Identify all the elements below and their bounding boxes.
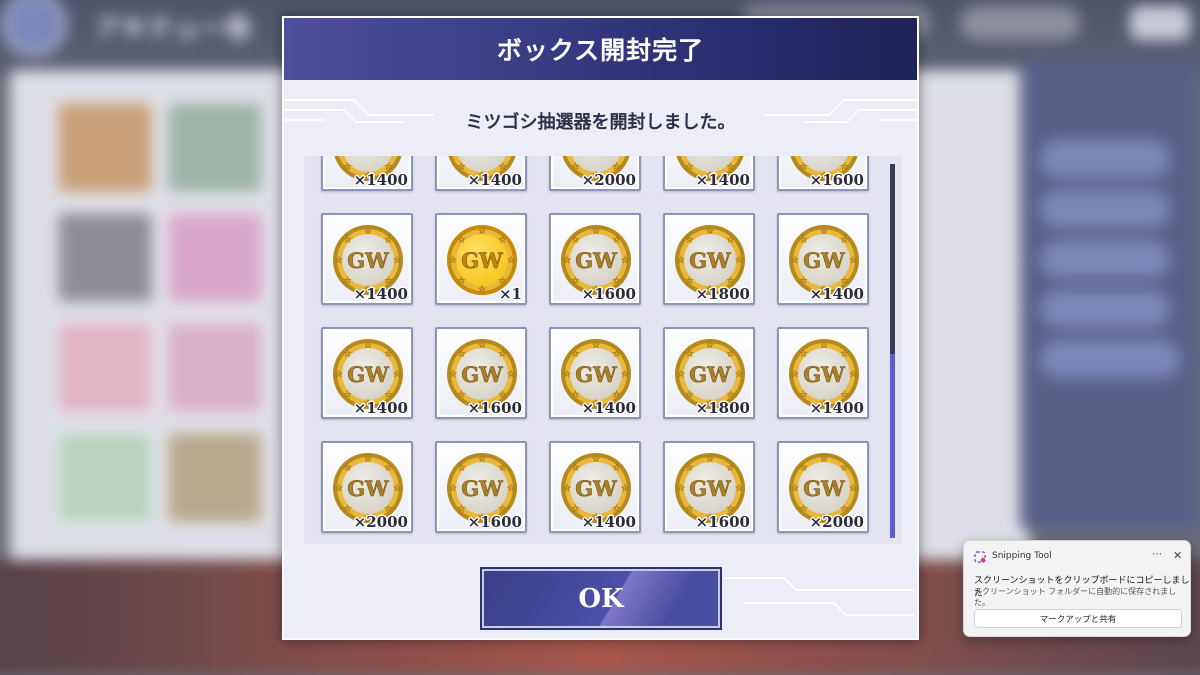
item-quantity: ×1800 (695, 399, 750, 417)
background-card (165, 100, 265, 195)
circuit-decoration-bottom (724, 577, 914, 616)
background-card (55, 320, 155, 415)
snipping-tool-notification[interactable]: Snipping Tool ⋯ ✕ スクリーンショットをクリップボードにコピーし… (963, 540, 1191, 637)
item-quantity: ×1400 (809, 399, 864, 417)
item-quantity: ×2000 (581, 171, 636, 189)
background-side-button (1040, 340, 1180, 378)
item-quantity: ×1400 (581, 513, 636, 531)
coin-label: GW (689, 248, 731, 273)
ok-button[interactable]: OK (482, 569, 720, 628)
item-quantity: ×1600 (581, 285, 636, 303)
coin-label: GW (689, 476, 731, 501)
close-icon[interactable]: ✕ (1173, 549, 1182, 562)
background-side-button (1040, 190, 1170, 228)
more-options-icon[interactable]: ⋯ (1152, 549, 1162, 560)
reward-item[interactable]: GW ×1400 (321, 213, 413, 305)
reward-grid: GW ×1400 GW ×1400 GW ×2000 GW ×1400 GW ×1600 GW ×14… (321, 156, 869, 533)
coin-label: GW (803, 156, 845, 159)
reward-item[interactable]: GW ×1600 (549, 213, 641, 305)
coin-label: GW (575, 248, 617, 273)
item-quantity: ×1400 (353, 285, 408, 303)
notification-app-name: Snipping Tool (992, 551, 1052, 561)
item-quantity: ×1600 (467, 513, 522, 531)
item-quantity: ×1600 (695, 513, 750, 531)
reward-item[interactable]: GW ×1600 (435, 441, 527, 533)
reward-list-scrollbar[interactable] (890, 164, 895, 538)
background-side-button (1040, 140, 1170, 178)
item-quantity: ×1400 (353, 171, 408, 189)
notification-header: Snipping Tool ⋯ ✕ (974, 549, 1184, 565)
background-side-button (1040, 290, 1170, 328)
dialog-message: ミツゴシ抽選器を開封しました。 (465, 112, 736, 133)
reward-item[interactable]: GW ×1800 (663, 213, 755, 305)
coin-label: GW (575, 156, 617, 159)
background-card (55, 430, 155, 525)
reward-item[interactable]: GW ×1 (435, 213, 527, 305)
item-quantity: ×1400 (695, 171, 750, 189)
coin-label: GW (689, 156, 731, 159)
markup-and-share-button[interactable]: マークアップと共有 (974, 609, 1182, 628)
dialog-title: ボックス開封完了 (496, 36, 705, 65)
item-quantity: ×1400 (581, 399, 636, 417)
notification-body: スクリーンショット フォルダーに自動的に保存されました。 (974, 587, 1177, 607)
coin-label: GW (803, 362, 845, 387)
coin-label: GW (803, 476, 845, 501)
reward-item[interactable]: GW ×1600 (435, 327, 527, 419)
item-quantity: ×2000 (809, 513, 864, 531)
reward-item[interactable]: GW ×1600 (777, 156, 869, 191)
item-quantity: ×1400 (809, 285, 864, 303)
coin-label: GW (461, 362, 503, 387)
item-quantity: ×1800 (695, 285, 750, 303)
dialog-header: ボックス開封完了 (284, 18, 917, 80)
background-menu-button (1130, 6, 1190, 40)
reward-item[interactable]: GW ×1400 (321, 156, 413, 191)
coin-label: GW (461, 476, 503, 501)
reward-item[interactable]: GW ×1400 (435, 156, 527, 191)
item-quantity: ×1600 (467, 399, 522, 417)
coin-label: GW (461, 156, 503, 159)
coin-label: GW (803, 248, 845, 273)
background-card (165, 430, 265, 525)
snipping-tool-icon (974, 551, 986, 563)
reward-list[interactable]: GW ×1400 GW ×1400 GW ×2000 GW ×1400 GW ×1600 GW ×14… (304, 156, 902, 544)
reward-item[interactable]: GW ×1400 (549, 327, 641, 419)
coin-label: GW (347, 476, 389, 501)
scrollbar-thumb[interactable] (890, 354, 895, 538)
reward-item[interactable]: GW ×1400 (321, 327, 413, 419)
background-side-button (1040, 240, 1170, 278)
background-currency-pill (960, 6, 1080, 40)
item-quantity: ×1600 (809, 171, 864, 189)
reward-item[interactable]: GW ×2000 (777, 441, 869, 533)
item-quantity: ×1400 (353, 399, 408, 417)
ok-button-label: OK (578, 583, 624, 614)
background-card (55, 100, 155, 195)
reward-item[interactable]: GW ×1400 (663, 156, 755, 191)
coin-label: GW (575, 476, 617, 501)
coin-label: GW (461, 248, 503, 273)
item-quantity: ×1400 (467, 171, 522, 189)
reward-item[interactable]: GW ×1600 (663, 441, 755, 533)
reward-item[interactable]: GW ×1800 (663, 327, 755, 419)
coin-label: GW (347, 248, 389, 273)
background-card (55, 210, 155, 305)
coin-label: GW (689, 362, 731, 387)
reward-item[interactable]: GW ×1400 (549, 441, 641, 533)
background-card (165, 210, 265, 305)
background-card (165, 320, 265, 415)
item-quantity: ×1 (498, 285, 522, 303)
item-quantity: ×2000 (353, 513, 408, 531)
coin-label: GW (575, 362, 617, 387)
background-title: アキテュー卷 (95, 14, 252, 44)
reward-item[interactable]: GW ×2000 (321, 441, 413, 533)
reward-item[interactable]: GW ×2000 (549, 156, 641, 191)
coin-label: GW (347, 362, 389, 387)
coin-label: GW (347, 156, 389, 159)
box-open-dialog: ボックス開封完了 ミツゴシ抽選器を開封しました。 GW ×1400 GW ×1400 G… (282, 16, 919, 640)
reward-item[interactable]: GW ×1400 (777, 213, 869, 305)
reward-item[interactable]: GW ×1400 (777, 327, 869, 419)
